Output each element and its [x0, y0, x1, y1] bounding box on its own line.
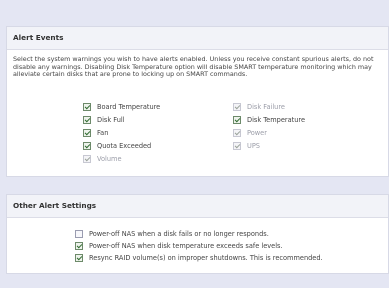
fan-label: Fan — [97, 129, 109, 137]
volume-label: Volume — [97, 155, 122, 163]
volume-checkbox — [83, 155, 91, 163]
disk-temperature-label: Disk Temperature — [247, 116, 306, 124]
board-temperature-label: Board Temperature — [97, 103, 161, 111]
ups-checkbox — [233, 142, 241, 150]
poweroff-disk-temperature-checkbox[interactable] — [75, 242, 83, 250]
alert-events-title: Alert Events — [7, 27, 388, 50]
alert-events-options: Board Temperature Disk Full Fan Quota Ex… — [83, 102, 373, 177]
disk-full-checkbox[interactable] — [83, 116, 91, 124]
resync-raid-checkbox[interactable] — [75, 254, 83, 262]
alert-events-description: Select the system warnings you wish to h… — [13, 55, 374, 79]
alert-events-panel: Alert Events Select the system warnings … — [6, 26, 389, 177]
resync-raid-label: Resync RAID volume(s) on improper shutdo… — [89, 254, 323, 262]
disk-temperature-checkbox[interactable] — [233, 116, 241, 124]
poweroff-disk-fails-checkbox[interactable] — [75, 230, 83, 238]
poweroff-disk-fails-label: Power-off NAS when a disk fails or no lo… — [89, 230, 269, 238]
disk-failure-checkbox — [233, 103, 241, 111]
disk-full-label: Disk Full — [97, 116, 125, 124]
quota-exceeded-checkbox[interactable] — [83, 142, 91, 150]
ups-label: UPS — [247, 142, 260, 150]
board-temperature-checkbox[interactable] — [83, 103, 91, 111]
poweroff-disk-temperature-label: Power-off NAS when disk temperature exce… — [89, 242, 283, 250]
fan-checkbox[interactable] — [83, 129, 91, 137]
disk-failure-label: Disk Failure — [247, 103, 285, 111]
power-checkbox — [233, 129, 241, 137]
other-alert-settings-options: Power-off NAS when a disk fails or no lo… — [75, 229, 375, 269]
power-label: Power — [247, 129, 267, 137]
quota-exceeded-label: Quota Exceeded — [97, 142, 152, 150]
other-alert-settings-title: Other Alert Settings — [7, 195, 388, 218]
other-alert-settings-panel: Other Alert Settings Power-off NAS when … — [6, 194, 389, 274]
